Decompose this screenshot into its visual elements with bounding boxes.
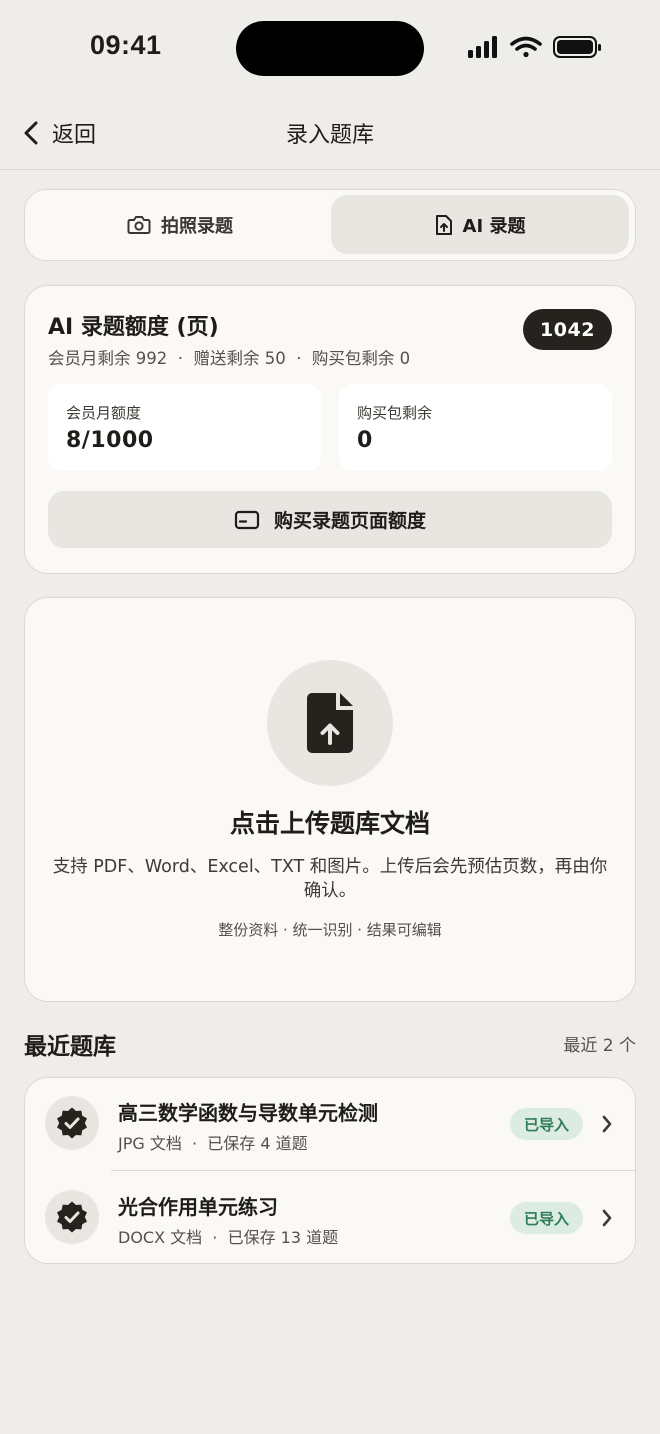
page-title: 录入题库 (285, 123, 374, 148)
back-label: 返回 (52, 123, 97, 148)
verified-icon-circle (45, 1096, 99, 1150)
quota-title: AI 录题额度 (页) (48, 315, 219, 340)
stat-label: 购买包剩余 (357, 404, 433, 422)
recent-title: 最近题库 (24, 1034, 116, 1060)
stat-purchase-remaining: 购买包剩余 0 (339, 384, 612, 471)
upload-description: 支持 PDF、Word、Excel、TXT 和图片。上传后会先预估页数，再由你确… (52, 857, 608, 901)
file-upload-icon (435, 214, 452, 235)
status-time: 09:41 (90, 30, 162, 60)
file-upload-icon (307, 693, 353, 753)
list-item[interactable]: 光合作用单元练习 DOCX 文档 · 已保存 13 道题 已导入 (25, 1172, 637, 1265)
mode-tabs: 拍照录题 AI 录题 (24, 189, 636, 261)
chevron-left-icon (24, 121, 38, 145)
upload-note: 整份资料 · 统一识别 · 结果可编辑 (218, 921, 442, 939)
status-badge: 已导入 (510, 1202, 583, 1234)
tab-ai-label: AI 录题 (462, 215, 526, 237)
tab-photo-label: 拍照录题 (161, 215, 233, 237)
back-button[interactable]: 返回 (22, 114, 96, 152)
quota-total-badge: 1042 (523, 309, 612, 350)
credit-card-icon (234, 510, 260, 529)
nav-divider (0, 169, 660, 170)
chevron-right-icon (602, 1209, 612, 1227)
buy-quota-label: 购买录题页面额度 (273, 510, 426, 532)
battery-icon (553, 36, 601, 58)
signal-icon (468, 36, 497, 58)
status-badge: 已导入 (510, 1108, 583, 1140)
chevron-right-icon (602, 1115, 612, 1133)
verified-icon-circle (45, 1190, 99, 1244)
wifi-icon (510, 36, 542, 58)
stat-value: 0 (357, 428, 373, 453)
item-title: 光合作用单元练习 (118, 1195, 278, 1219)
stat-value: 8/1000 (66, 428, 154, 453)
recent-count: 最近 2 个 (563, 1036, 636, 1056)
verified-badge-icon (57, 1107, 87, 1139)
quota-summary: 会员月剩余 992 · 赠送剩余 50 · 购买包剩余 0 (48, 349, 411, 368)
list-item[interactable]: 高三数学函数与导数单元检测 JPG 文档 · 已保存 4 道题 已导入 (25, 1078, 637, 1171)
verified-badge-icon (57, 1201, 87, 1233)
item-title: 高三数学函数与导数单元检测 (118, 1101, 378, 1125)
stat-member-monthly: 会员月额度 8/1000 (48, 384, 321, 471)
stat-label: 会员月额度 (66, 404, 142, 422)
upload-dropzone[interactable] (24, 597, 636, 1002)
upload-icon-circle (267, 660, 393, 786)
camera-icon (127, 215, 151, 234)
tab-ai[interactable]: AI 录题 (331, 195, 629, 254)
item-meta: DOCX 文档 · 已保存 13 道题 (118, 1228, 339, 1247)
dynamic-island (236, 21, 424, 76)
buy-quota-button[interactable]: 购买录题页面额度 (48, 491, 612, 548)
list-divider (111, 1170, 636, 1171)
tab-photo[interactable]: 拍照录题 (31, 195, 329, 254)
status-icons (468, 36, 601, 58)
upload-title: 点击上传题库文档 (229, 809, 430, 838)
item-meta: JPG 文档 · 已保存 4 道题 (118, 1134, 308, 1153)
